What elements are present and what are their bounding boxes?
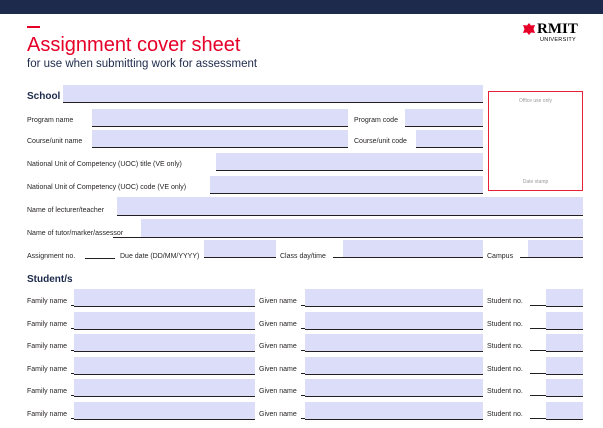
- title-accent-line: [27, 26, 40, 28]
- logo-wordmark: RMIT: [537, 21, 578, 37]
- student-no-label: Student no.: [487, 365, 523, 373]
- student-no-lead-line: [530, 418, 546, 419]
- family-name-label: Family name: [27, 365, 68, 373]
- given-name-label: Given name: [259, 388, 297, 396]
- given-name-field[interactable]: [305, 334, 483, 353]
- uoc-title-field[interactable]: [216, 153, 483, 171]
- logo-subtext: UNIVERSITY: [540, 37, 577, 43]
- students-section-label: Student/s: [27, 274, 73, 285]
- given-name-label: Given name: [259, 320, 297, 328]
- program-name-label: Program name: [27, 117, 74, 124]
- student-no-field[interactable]: [546, 289, 583, 307]
- family-name-field[interactable]: [74, 356, 255, 375]
- page-title: Assignment cover sheet: [27, 34, 241, 56]
- tutor-label: Name of tutor/marker/assessor: [27, 230, 124, 237]
- given-name-label: Given name: [259, 343, 297, 351]
- student-no-label: Student no.: [487, 388, 523, 396]
- assignment-no-field[interactable]: [85, 258, 115, 259]
- student-no-label: Student no.: [487, 320, 523, 328]
- lecturer-field[interactable]: [117, 197, 583, 216]
- given-name-field[interactable]: [305, 379, 483, 398]
- campus-lead-line: [520, 257, 528, 258]
- campus-label: Campus: [487, 253, 514, 260]
- school-section-label: School: [27, 91, 61, 102]
- family-name-label: Family name: [27, 320, 68, 328]
- uoc-code-label: National Unit of Competency (UOC) code (…: [27, 184, 187, 191]
- student-no-label: Student no.: [487, 298, 523, 305]
- program-code-field[interactable]: [405, 109, 483, 127]
- family-name-field[interactable]: [74, 334, 255, 353]
- due-date-label: Due date (DD/MM/YYYY): [120, 253, 200, 260]
- due-date-field[interactable]: [204, 240, 276, 258]
- assignment-no-label: Assignment no.: [27, 253, 76, 260]
- given-name-label: Given name: [259, 411, 297, 418]
- family-name-label: Family name: [27, 343, 68, 351]
- family-name-label: Family name: [27, 388, 68, 396]
- given-name-label: Given name: [259, 298, 297, 305]
- student-no-field[interactable]: [546, 334, 583, 353]
- student-no-lead-line: [530, 327, 546, 329]
- date-stamp-label: Date stamp: [522, 179, 549, 185]
- rmit-logo-icon: [523, 23, 535, 35]
- student-no-label: Student no.: [487, 411, 523, 418]
- program-code-label: Program code: [354, 117, 398, 124]
- family-name-label: Family name: [27, 298, 68, 305]
- student-no-field[interactable]: [546, 356, 583, 375]
- program-name-field[interactable]: [92, 109, 348, 127]
- family-name-field[interactable]: [74, 311, 255, 330]
- course-unit-name-field[interactable]: [92, 130, 348, 148]
- class-day-time-field[interactable]: [343, 240, 483, 258]
- student-no-lead-line: [530, 350, 546, 352]
- family-name-field[interactable]: [74, 379, 255, 398]
- page-subtitle: for use when submitting work for assessm…: [27, 58, 258, 70]
- student-no-field[interactable]: [546, 311, 583, 330]
- school-field[interactable]: [63, 85, 483, 103]
- family-name-label: Family name: [27, 411, 68, 418]
- course-unit-name-label: Course/unit name: [27, 138, 83, 145]
- campus-field[interactable]: [528, 240, 583, 258]
- course-unit-code-field[interactable]: [416, 130, 483, 148]
- student-no-lead-line: [530, 395, 546, 397]
- given-name-field[interactable]: [305, 289, 483, 307]
- lecturer-label: Name of lecturer/teacher: [27, 207, 105, 214]
- student-no-label: Student no.: [487, 343, 523, 351]
- given-name-field[interactable]: [305, 402, 483, 420]
- header-bar: [0, 0, 603, 14]
- student-no-field[interactable]: [546, 402, 583, 420]
- given-name-label: Given name: [259, 365, 297, 373]
- student-no-lead-line: [530, 372, 546, 374]
- office-use-label: Office use only: [519, 98, 552, 104]
- family-name-field[interactable]: [74, 402, 255, 420]
- tutor-field[interactable]: [141, 219, 583, 238]
- student-no-lead-line: [530, 305, 546, 306]
- tutor-field-lead-line: [113, 237, 141, 238]
- office-use-box: Office use only Date stamp: [488, 91, 583, 191]
- family-name-field[interactable]: [74, 289, 255, 307]
- uoc-title-label: National Unit of Competency (UOC) title …: [27, 161, 182, 168]
- class-day-time-label: Class day/time: [280, 253, 326, 260]
- course-unit-code-label: Course/unit code: [354, 138, 407, 145]
- given-name-field[interactable]: [305, 356, 483, 375]
- rmit-logo: RMIT UNIVERSITY: [523, 21, 585, 46]
- given-name-field[interactable]: [305, 311, 483, 330]
- class-day-time-lead-line: [333, 257, 343, 258]
- uoc-code-field[interactable]: [210, 176, 483, 194]
- student-no-field[interactable]: [546, 379, 583, 398]
